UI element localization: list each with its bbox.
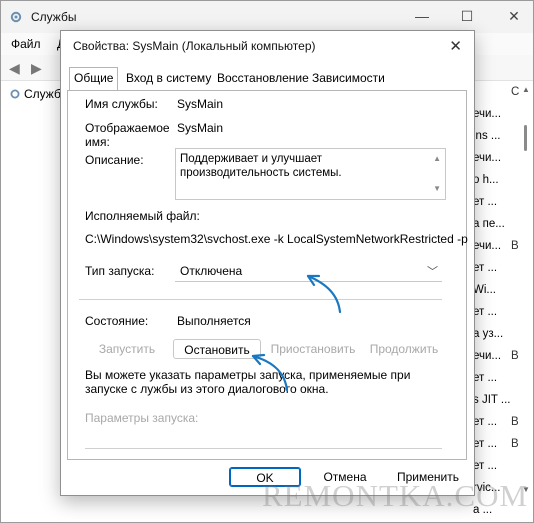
- arrow-to-startup-type: [306, 274, 342, 314]
- annotation-arrows: [251, 274, 342, 392]
- watermark: REMONTKA.COM: [262, 478, 529, 513]
- arrow-to-stop-button: [251, 353, 289, 392]
